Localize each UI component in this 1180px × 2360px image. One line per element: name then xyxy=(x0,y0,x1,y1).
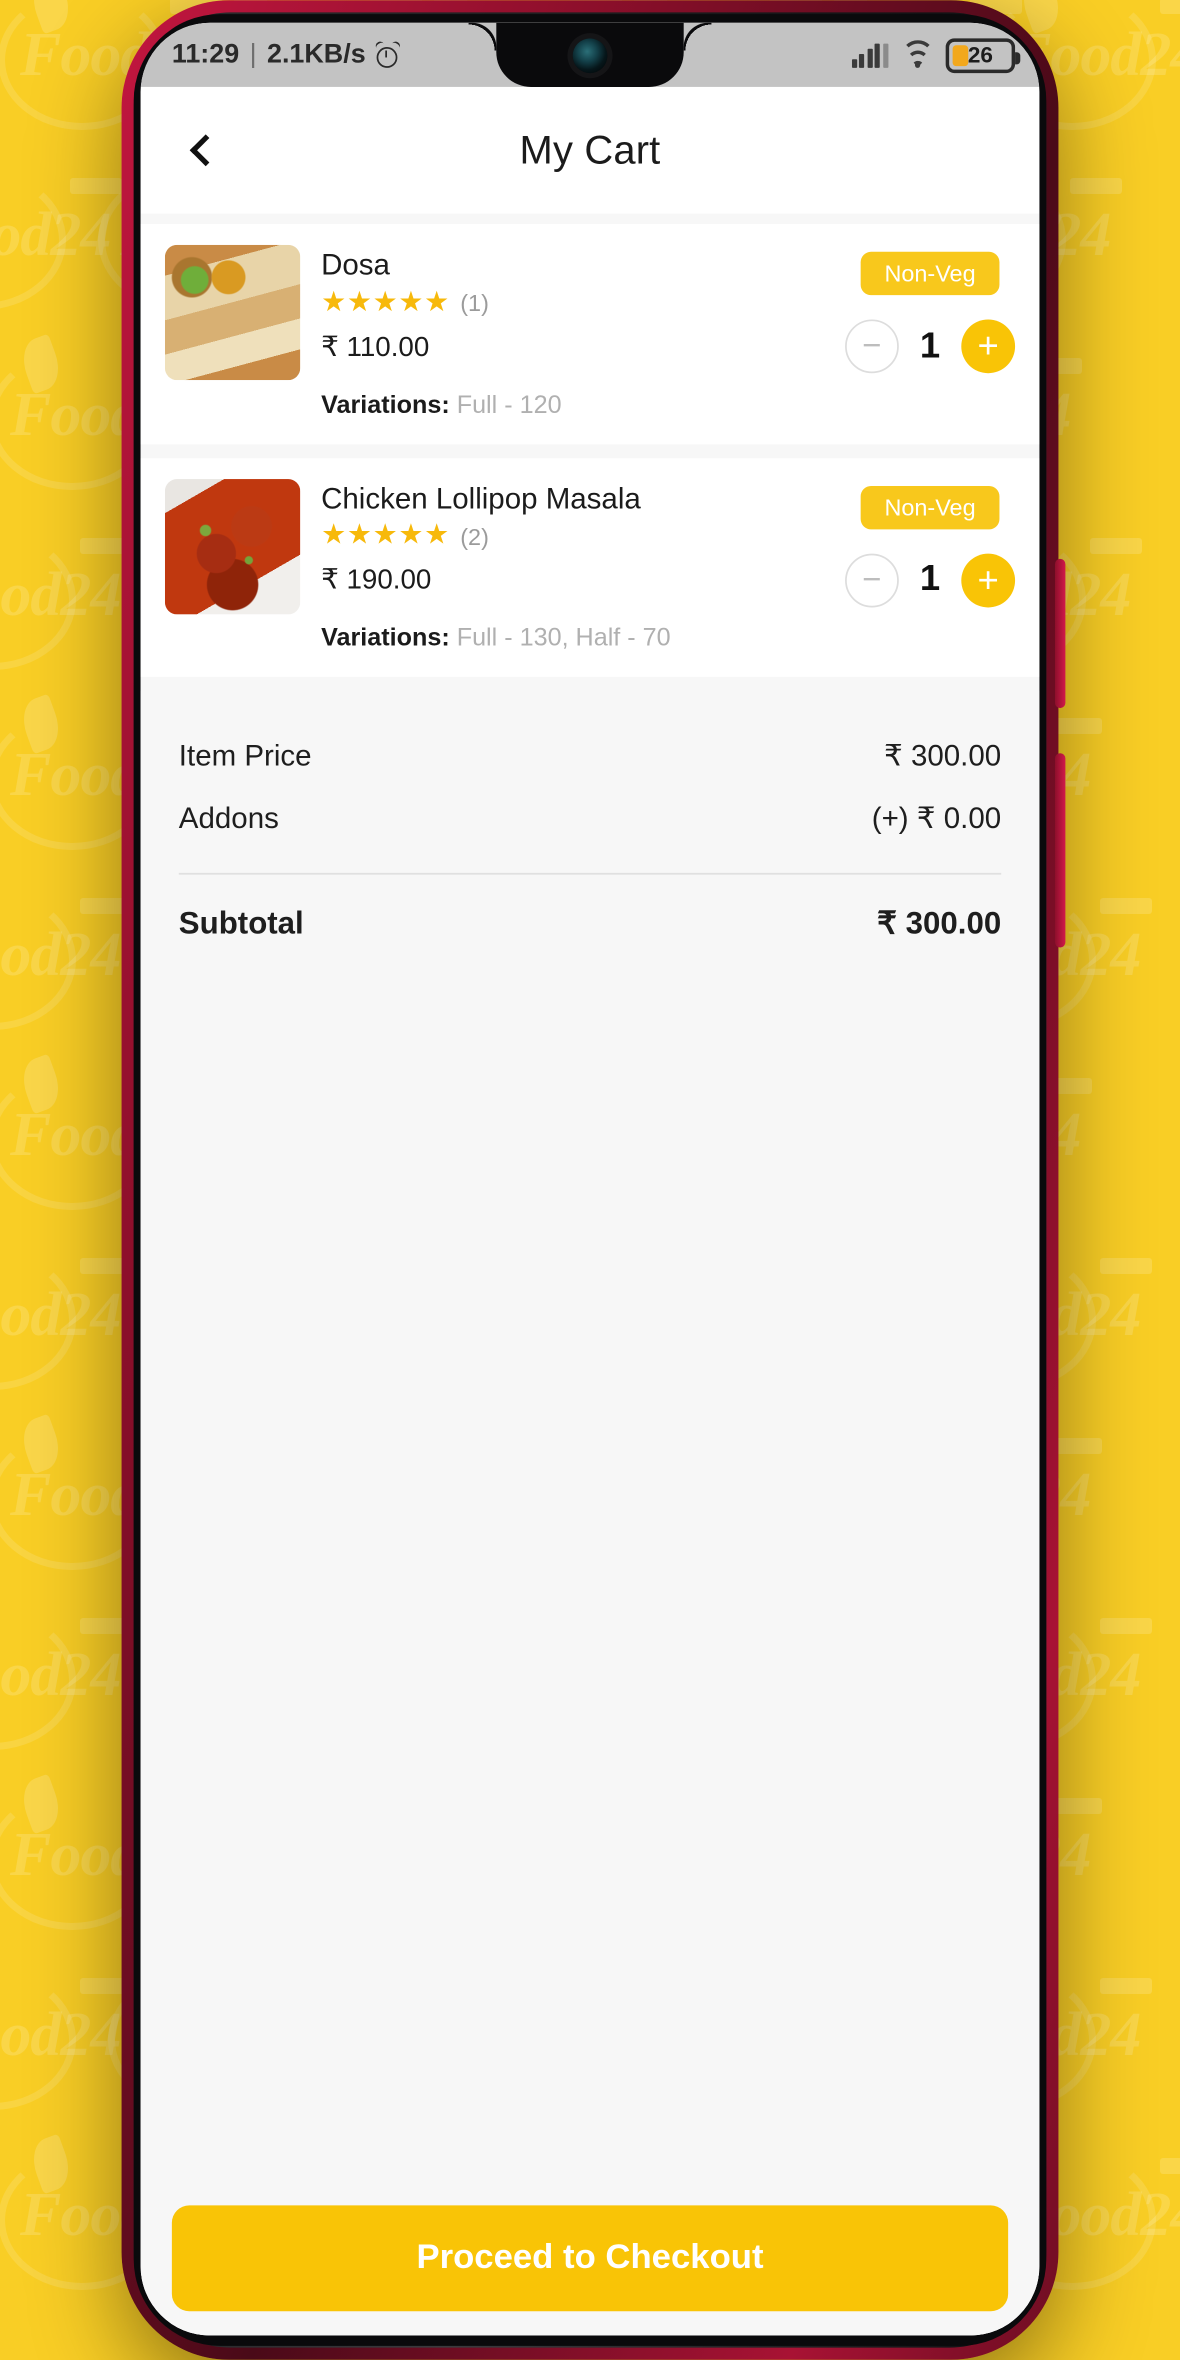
battery-icon: 26 xyxy=(945,37,1021,73)
cart-item-row[interactable]: Dosa ★★★★★ (1) ₹ 110.00 Variations: Full… xyxy=(140,224,1040,444)
phone-device-frame: 11:29 | 2.1KB/s 26 My Cart Dosa ★★★★★ (1… xyxy=(121,0,1066,2360)
decrease-quantity-button[interactable]: − xyxy=(845,552,899,607)
volume-button[interactable] xyxy=(1054,753,1066,948)
item-name: Chicken Lollipop Masala xyxy=(321,481,641,515)
addons-value: (+) ₹ 0.00 xyxy=(871,801,1002,835)
star-rating-icon: ★★★★★ xyxy=(321,520,450,551)
front-camera-icon xyxy=(572,38,608,74)
subtotal-value: ₹ 300.00 xyxy=(877,906,1002,941)
item-variations: Variations: Full - 120 xyxy=(321,392,824,420)
cart-item-row[interactable]: Chicken Lollipop Masala ★★★★★ (2) ₹ 190.… xyxy=(140,457,1040,678)
increase-quantity-button[interactable]: + xyxy=(961,319,1016,374)
addons-label: Addons xyxy=(178,801,279,835)
rating-count: (1) xyxy=(460,290,489,317)
network-speed: 2.1KB/s xyxy=(266,39,366,69)
variations-label: Variations: xyxy=(321,391,450,420)
variations-values: Full - 130, Half - 70 xyxy=(456,624,671,653)
item-thumbnail-image xyxy=(164,478,301,614)
item-price-value: ₹ 300.00 xyxy=(884,739,1002,773)
checkout-footer: Proceed to Checkout xyxy=(140,2205,1040,2336)
quantity-value: 1 xyxy=(919,325,941,366)
variations-label: Variations: xyxy=(321,624,450,653)
item-name: Dosa xyxy=(321,248,390,282)
app-header: My Cart xyxy=(140,86,1040,214)
item-rating: ★★★★★ (1) xyxy=(321,287,824,317)
subtotal-row: Subtotal ₹ 300.00 xyxy=(179,885,1001,956)
item-price-row: Item Price ₹ 300.00 xyxy=(179,726,1001,788)
cart-content: Dosa ★★★★★ (1) ₹ 110.00 Variations: Full… xyxy=(140,213,1040,2336)
food-type-badge: Non-Veg xyxy=(860,251,1000,296)
item-price: ₹ 110.00 xyxy=(321,332,430,363)
battery-level: 26 xyxy=(967,41,993,68)
variations-values: Full - 120 xyxy=(456,391,562,420)
subtotal-label: Subtotal xyxy=(178,906,304,941)
item-price-label: Item Price xyxy=(178,739,312,773)
price-summary: Item Price ₹ 300.00 Addons (+) ₹ 0.00 Su… xyxy=(140,690,1040,957)
quantity-stepper[interactable]: − 1 + xyxy=(845,319,1016,374)
summary-divider xyxy=(178,873,1002,875)
status-separator: | xyxy=(249,39,257,69)
item-rating: ★★★★★ (2) xyxy=(321,520,824,551)
decrease-quantity-button[interactable]: − xyxy=(845,319,899,374)
food-type-badge: Non-Veg xyxy=(860,485,1000,529)
star-rating-icon: ★★★★★ xyxy=(321,287,450,317)
cellular-signal-icon xyxy=(851,42,889,67)
quantity-value: 1 xyxy=(919,558,941,599)
proceed-to-checkout-button[interactable]: Proceed to Checkout xyxy=(171,2205,1009,2312)
item-price: ₹ 190.00 xyxy=(321,565,432,596)
phone-screen: 11:29 | 2.1KB/s 26 My Cart Dosa ★★★★★ (1… xyxy=(140,22,1040,2336)
item-thumbnail-image xyxy=(164,244,301,381)
wifi-icon xyxy=(900,39,934,67)
page-title: My Cart xyxy=(519,126,661,172)
status-bar: 11:29 | 2.1KB/s 26 xyxy=(140,22,1040,87)
item-variations: Variations: Full - 130, Half - 70 xyxy=(321,625,824,653)
content-spacer xyxy=(140,956,1040,2206)
status-time: 11:29 xyxy=(171,39,240,69)
increase-quantity-button[interactable]: + xyxy=(961,552,1016,607)
quantity-stepper[interactable]: − 1 + xyxy=(845,552,1016,607)
addons-row: Addons (+) ₹ 0.00 xyxy=(179,788,1001,850)
rating-count: (2) xyxy=(460,523,489,550)
alarm-clock-icon xyxy=(373,39,402,68)
notch xyxy=(468,22,712,87)
power-button[interactable] xyxy=(1054,558,1066,709)
